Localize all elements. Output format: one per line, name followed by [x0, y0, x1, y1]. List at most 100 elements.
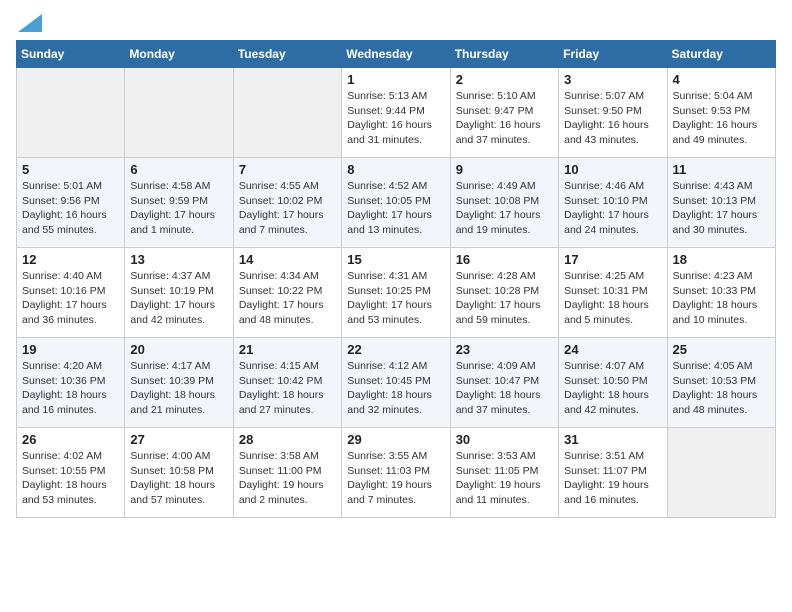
day-info: Sunrise: 4:55 AM Sunset: 10:02 PM Daylig…: [239, 179, 336, 238]
day-cell: 19 Sunrise: 4:20 AM Sunset: 10:36 PM Dayl…: [17, 338, 125, 428]
day-number: 10: [564, 162, 661, 177]
day-cell: 12 Sunrise: 4:40 AM Sunset: 10:16 PM Dayl…: [17, 248, 125, 338]
day-cell: 3Sunrise: 5:07 AM Sunset: 9:50 PM Daylig…: [559, 68, 667, 158]
day-cell: 16 Sunrise: 4:28 AM Sunset: 10:28 PM Dayl…: [450, 248, 558, 338]
column-header-thursday: Thursday: [450, 41, 558, 68]
day-cell: 9 Sunrise: 4:49 AM Sunset: 10:08 PM Dayli…: [450, 158, 558, 248]
day-number: 5: [22, 162, 119, 177]
day-number: 22: [347, 342, 444, 357]
day-info: Sunrise: 3:55 AM Sunset: 11:03 PM Daylig…: [347, 449, 444, 508]
day-number: 21: [239, 342, 336, 357]
day-info: Sunrise: 5:10 AM Sunset: 9:47 PM Dayligh…: [456, 89, 553, 148]
day-cell: 11 Sunrise: 4:43 AM Sunset: 10:13 PM Dayl…: [667, 158, 775, 248]
logo: [16, 16, 42, 32]
day-info: Sunrise: 4:23 AM Sunset: 10:33 PM Daylig…: [673, 269, 770, 328]
day-info: Sunrise: 5:04 AM Sunset: 9:53 PM Dayligh…: [673, 89, 770, 148]
day-cell: 31 Sunrise: 3:51 AM Sunset: 11:07 PM Dayl…: [559, 428, 667, 518]
day-info: Sunrise: 4:43 AM Sunset: 10:13 PM Daylig…: [673, 179, 770, 238]
day-cell: 30 Sunrise: 3:53 AM Sunset: 11:05 PM Dayl…: [450, 428, 558, 518]
day-number: 1: [347, 72, 444, 87]
day-cell: 1 Sunrise: 5:13 AM Sunset: 9:44 PM Daylig…: [342, 68, 450, 158]
day-number: 3: [564, 72, 661, 87]
column-header-monday: Monday: [125, 41, 233, 68]
calendar-table: SundayMondayTuesdayWednesdayThursdayFrid…: [16, 40, 776, 518]
day-cell: 21Sunrise: 4:15 AM Sunset: 10:42 PM Dayl…: [233, 338, 341, 428]
day-cell: [233, 68, 341, 158]
day-number: 31: [564, 432, 661, 447]
day-info: Sunrise: 4:20 AM Sunset: 10:36 PM Daylig…: [22, 359, 119, 418]
day-cell: 28Sunrise: 3:58 AM Sunset: 11:00 PM Dayl…: [233, 428, 341, 518]
day-cell: 6 Sunrise: 4:58 AM Sunset: 9:59 PM Daylig…: [125, 158, 233, 248]
day-cell: 14Sunrise: 4:34 AM Sunset: 10:22 PM Dayl…: [233, 248, 341, 338]
day-number: 2: [456, 72, 553, 87]
day-number: 4: [673, 72, 770, 87]
day-number: 17: [564, 252, 661, 267]
day-number: 27: [130, 432, 227, 447]
day-cell: 27 Sunrise: 4:00 AM Sunset: 10:58 PM Dayl…: [125, 428, 233, 518]
day-info: Sunrise: 4:40 AM Sunset: 10:16 PM Daylig…: [22, 269, 119, 328]
day-number: 11: [673, 162, 770, 177]
day-number: 25: [673, 342, 770, 357]
day-number: 26: [22, 432, 119, 447]
day-info: Sunrise: 4:17 AM Sunset: 10:39 PM Daylig…: [130, 359, 227, 418]
day-info: Sunrise: 4:05 AM Sunset: 10:53 PM Daylig…: [673, 359, 770, 418]
day-info: Sunrise: 4:07 AM Sunset: 10:50 PM Daylig…: [564, 359, 661, 418]
page-header: [16, 16, 776, 32]
column-header-wednesday: Wednesday: [342, 41, 450, 68]
day-number: 16: [456, 252, 553, 267]
day-number: 13: [130, 252, 227, 267]
day-number: 6: [130, 162, 227, 177]
day-cell: 10 Sunrise: 4:46 AM Sunset: 10:10 PM Dayl…: [559, 158, 667, 248]
day-number: 30: [456, 432, 553, 447]
day-info: Sunrise: 3:51 AM Sunset: 11:07 PM Daylig…: [564, 449, 661, 508]
day-number: 8: [347, 162, 444, 177]
day-number: 15: [347, 252, 444, 267]
day-cell: 8 Sunrise: 4:52 AM Sunset: 10:05 PM Dayli…: [342, 158, 450, 248]
day-cell: 25 Sunrise: 4:05 AM Sunset: 10:53 PM Dayl…: [667, 338, 775, 428]
day-info: Sunrise: 4:46 AM Sunset: 10:10 PM Daylig…: [564, 179, 661, 238]
days-header-row: SundayMondayTuesdayWednesdayThursdayFrid…: [17, 41, 776, 68]
day-cell: 17 Sunrise: 4:25 AM Sunset: 10:31 PM Dayl…: [559, 248, 667, 338]
day-info: Sunrise: 4:49 AM Sunset: 10:08 PM Daylig…: [456, 179, 553, 238]
day-info: Sunrise: 4:25 AM Sunset: 10:31 PM Daylig…: [564, 269, 661, 328]
week-row-2: 5Sunrise: 5:01 AM Sunset: 9:56 PM Daylig…: [17, 158, 776, 248]
week-row-1: 1 Sunrise: 5:13 AM Sunset: 9:44 PM Daylig…: [17, 68, 776, 158]
day-info: Sunrise: 3:53 AM Sunset: 11:05 PM Daylig…: [456, 449, 553, 508]
day-cell: [125, 68, 233, 158]
day-number: 9: [456, 162, 553, 177]
day-number: 7: [239, 162, 336, 177]
day-info: Sunrise: 4:02 AM Sunset: 10:55 PM Daylig…: [22, 449, 119, 508]
column-header-saturday: Saturday: [667, 41, 775, 68]
day-info: Sunrise: 5:13 AM Sunset: 9:44 PM Dayligh…: [347, 89, 444, 148]
day-info: Sunrise: 4:09 AM Sunset: 10:47 PM Daylig…: [456, 359, 553, 418]
day-info: Sunrise: 4:37 AM Sunset: 10:19 PM Daylig…: [130, 269, 227, 328]
day-info: Sunrise: 4:52 AM Sunset: 10:05 PM Daylig…: [347, 179, 444, 238]
column-header-friday: Friday: [559, 41, 667, 68]
day-info: Sunrise: 4:00 AM Sunset: 10:58 PM Daylig…: [130, 449, 227, 508]
day-info: Sunrise: 4:28 AM Sunset: 10:28 PM Daylig…: [456, 269, 553, 328]
day-number: 20: [130, 342, 227, 357]
week-row-5: 26 Sunrise: 4:02 AM Sunset: 10:55 PM Dayl…: [17, 428, 776, 518]
day-cell: 26 Sunrise: 4:02 AM Sunset: 10:55 PM Dayl…: [17, 428, 125, 518]
day-info: Sunrise: 4:58 AM Sunset: 9:59 PM Dayligh…: [130, 179, 227, 238]
day-cell: 13 Sunrise: 4:37 AM Sunset: 10:19 PM Dayl…: [125, 248, 233, 338]
day-number: 12: [22, 252, 119, 267]
day-cell: 7 Sunrise: 4:55 AM Sunset: 10:02 PM Dayli…: [233, 158, 341, 248]
day-number: 19: [22, 342, 119, 357]
day-cell: 20 Sunrise: 4:17 AM Sunset: 10:39 PM Dayl…: [125, 338, 233, 428]
day-info: Sunrise: 3:58 AM Sunset: 11:00 PM Daylig…: [239, 449, 336, 508]
day-cell: 15 Sunrise: 4:31 AM Sunset: 10:25 PM Dayl…: [342, 248, 450, 338]
day-cell: 18Sunrise: 4:23 AM Sunset: 10:33 PM Dayl…: [667, 248, 775, 338]
week-row-3: 12 Sunrise: 4:40 AM Sunset: 10:16 PM Dayl…: [17, 248, 776, 338]
day-info: Sunrise: 4:31 AM Sunset: 10:25 PM Daylig…: [347, 269, 444, 328]
column-header-sunday: Sunday: [17, 41, 125, 68]
day-cell: 5Sunrise: 5:01 AM Sunset: 9:56 PM Daylig…: [17, 158, 125, 248]
day-number: 29: [347, 432, 444, 447]
day-cell: 24 Sunrise: 4:07 AM Sunset: 10:50 PM Dayl…: [559, 338, 667, 428]
day-info: Sunrise: 4:12 AM Sunset: 10:45 PM Daylig…: [347, 359, 444, 418]
day-number: 23: [456, 342, 553, 357]
day-number: 24: [564, 342, 661, 357]
day-cell: 29 Sunrise: 3:55 AM Sunset: 11:03 PM Dayl…: [342, 428, 450, 518]
day-cell: 22 Sunrise: 4:12 AM Sunset: 10:45 PM Dayl…: [342, 338, 450, 428]
day-cell: 2 Sunrise: 5:10 AM Sunset: 9:47 PM Daylig…: [450, 68, 558, 158]
